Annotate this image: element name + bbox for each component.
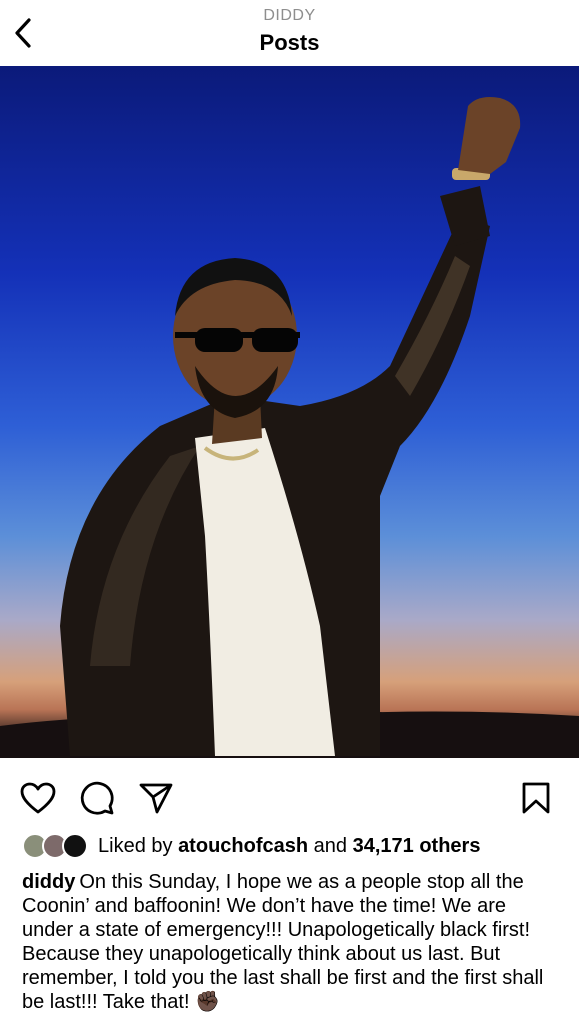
liker-avatars <box>22 833 90 859</box>
bookmark-icon <box>522 782 550 814</box>
caption-text: On this Sunday, I hope we as a people st… <box>22 871 544 1013</box>
page-title: Posts <box>259 30 320 55</box>
share-button[interactable] <box>136 778 176 818</box>
save-button[interactable] <box>516 778 556 818</box>
likes-prefix: Liked by <box>98 834 173 857</box>
likes-row[interactable]: Liked by atouchofcash and 34,171 others <box>22 832 480 860</box>
liker-username[interactable]: atouchofcash <box>178 835 308 857</box>
comment-button[interactable] <box>77 778 117 818</box>
heart-icon <box>20 782 56 814</box>
post-action-bar <box>0 758 579 830</box>
avatar <box>62 833 88 859</box>
like-button[interactable] <box>18 778 58 818</box>
likes-conjunction: and <box>313 834 348 857</box>
likes-count[interactable]: 34,171 others <box>353 835 481 857</box>
profile-username-label: DIDDY <box>263 7 316 24</box>
header-titles: DIDDY Posts <box>0 6 579 58</box>
send-icon <box>139 783 173 814</box>
comment-icon <box>80 781 114 815</box>
post-image[interactable] <box>0 66 579 758</box>
post-photo-illustration <box>0 97 579 758</box>
caption-username[interactable]: diddy <box>22 871 75 893</box>
likes-text: Liked by atouchofcash and 34,171 others <box>98 835 480 858</box>
post-caption: diddy On this Sunday, I hope we as a peop… <box>22 870 562 1014</box>
top-navigation-bar: DIDDY Posts <box>0 0 579 66</box>
